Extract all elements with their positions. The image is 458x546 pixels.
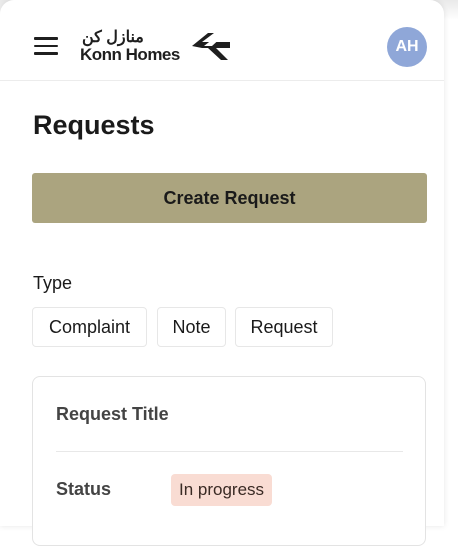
card-divider <box>56 451 403 452</box>
status-label: Status <box>56 479 112 499</box>
request-title: Request Title <box>56 404 169 424</box>
konn-homes-logo[interactable]: منازل كن Konn Homes <box>80 27 232 67</box>
app-panel: منازل كن Konn Homes AH Requests Create R… <box>0 0 444 546</box>
type-chip-note[interactable]: Note <box>157 307 226 347</box>
type-chip-complaint[interactable]: Complaint <box>32 307 147 347</box>
hamburger-menu-icon[interactable] <box>34 37 58 55</box>
status-badge: In progress <box>171 474 273 506</box>
logo-latin-text: Konn Homes <box>80 45 180 64</box>
top-bar: منازل كن Konn Homes AH <box>0 0 444 81</box>
type-chip-request[interactable]: Request <box>235 307 333 347</box>
request-card[interactable]: Request Title Status In progress <box>32 376 426 546</box>
konn-homes-logo-arrow-icon <box>192 33 230 60</box>
user-avatar[interactable]: AH <box>387 27 427 67</box>
type-filter-label: Type <box>33 273 73 293</box>
create-request-button[interactable]: Create Request <box>32 173 427 223</box>
page-title: Requests <box>33 110 155 140</box>
logo-arabic-text: منازل كن <box>82 29 144 46</box>
